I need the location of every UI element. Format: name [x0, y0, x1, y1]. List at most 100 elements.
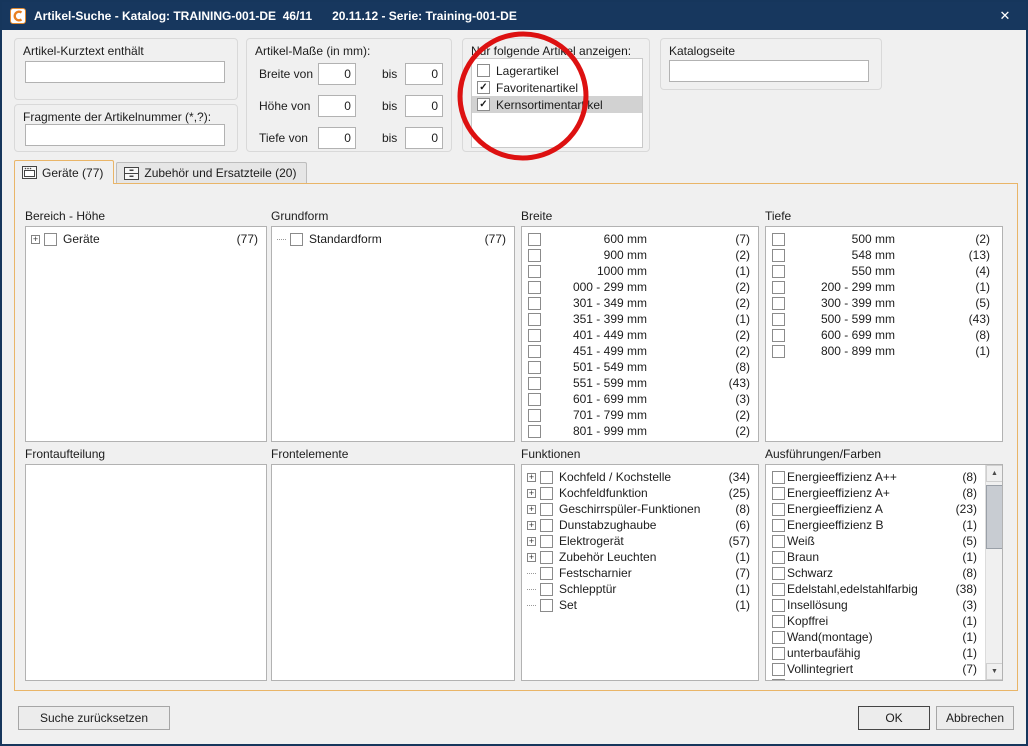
- checkbox[interactable]: [772, 233, 785, 246]
- masse-to-input[interactable]: [405, 127, 443, 149]
- filter-option[interactable]: 451 - 499 mm (2): [522, 343, 758, 359]
- filter-option[interactable]: 401 - 449 mm (2): [522, 327, 758, 343]
- artikel-typ-option[interactable]: Lagerartikel: [472, 62, 642, 79]
- checkbox[interactable]: [772, 615, 785, 628]
- checkbox[interactable]: [528, 249, 541, 262]
- filter-option[interactable]: 550 mm (4): [766, 263, 1002, 279]
- expander-icon[interactable]: +: [527, 553, 536, 562]
- checkbox[interactable]: [528, 409, 541, 422]
- filter-option[interactable]: Energieeffizienz B (1): [766, 517, 985, 533]
- filter-option[interactable]: 600 mm (7): [522, 231, 758, 247]
- checkbox[interactable]: [44, 233, 57, 246]
- checkbox[interactable]: [772, 631, 785, 644]
- tree-item[interactable]: + Zubehör Leuchten (1): [522, 549, 758, 565]
- checkbox[interactable]: [477, 64, 490, 77]
- tree-item[interactable]: Festscharnier (7): [522, 565, 758, 581]
- checkbox[interactable]: [540, 535, 553, 548]
- checkbox[interactable]: [772, 647, 785, 660]
- checkbox[interactable]: [540, 519, 553, 532]
- tree-item[interactable]: + Elektrogerät (57): [522, 533, 758, 549]
- tab-zubehoer[interactable]: Zubehör und Ersatzteile (20): [116, 162, 307, 183]
- scroll-thumb[interactable]: [986, 485, 1003, 549]
- abbrechen-button[interactable]: Abbrechen: [936, 706, 1014, 730]
- checkbox[interactable]: [772, 519, 785, 532]
- filter-option[interactable]: 601 - 699 mm (3): [522, 391, 758, 407]
- filter-option[interactable]: Braun (1): [766, 549, 985, 565]
- checkbox[interactable]: [528, 233, 541, 246]
- checkbox[interactable]: [540, 551, 553, 564]
- tree-item[interactable]: + Kochfeldfunktion (25): [522, 485, 758, 501]
- checkbox[interactable]: [528, 297, 541, 310]
- checkbox[interactable]: [772, 297, 785, 310]
- filter-option[interactable]: 800 - 899 mm (1): [766, 343, 1002, 359]
- checkbox[interactable]: [772, 679, 785, 682]
- expander-icon[interactable]: +: [527, 505, 536, 514]
- filter-option[interactable]: Wand(montage) (1): [766, 629, 985, 645]
- filter-option[interactable]: 701 - 799 mm (2): [522, 407, 758, 423]
- checkbox[interactable]: [528, 393, 541, 406]
- filter-option[interactable]: Energieeffizienz A++ (8): [766, 469, 985, 485]
- tree-item[interactable]: + Kochfeld / Kochstelle (34): [522, 469, 758, 485]
- expander-icon[interactable]: +: [31, 235, 40, 244]
- checkbox[interactable]: [528, 329, 541, 342]
- checkbox[interactable]: [772, 329, 785, 342]
- checkbox[interactable]: [772, 265, 785, 278]
- filter-option[interactable]: 551 - 599 mm (43): [522, 375, 758, 391]
- checkbox[interactable]: [540, 503, 553, 516]
- checkbox[interactable]: ✓: [477, 81, 490, 94]
- filter-option[interactable]: Weiß (5): [766, 533, 985, 549]
- close-button[interactable]: ✕: [990, 5, 1020, 27]
- katalogseite-input[interactable]: [669, 60, 869, 82]
- checkbox[interactable]: [772, 487, 785, 500]
- scroll-up-button[interactable]: ▲: [986, 465, 1003, 482]
- masse-from-input[interactable]: [318, 95, 356, 117]
- checkbox[interactable]: [528, 313, 541, 326]
- vertical-scrollbar[interactable]: ▲ ▼: [985, 465, 1002, 680]
- filter-option[interactable]: 600 - 699 mm (8): [766, 327, 1002, 343]
- masse-from-input[interactable]: [318, 127, 356, 149]
- checkbox[interactable]: [528, 345, 541, 358]
- checkbox[interactable]: [540, 567, 553, 580]
- checkbox[interactable]: [528, 265, 541, 278]
- checkbox[interactable]: [540, 599, 553, 612]
- tree-item[interactable]: + Geschirrspüler-Funktionen (8): [522, 501, 758, 517]
- checkbox[interactable]: [772, 345, 785, 358]
- filter-option[interactable]: Vollintegriert (7): [766, 661, 985, 677]
- filter-option[interactable]: 801 - 999 mm (2): [522, 423, 758, 439]
- expander-icon[interactable]: [527, 605, 536, 606]
- checkbox[interactable]: [772, 551, 785, 564]
- ok-button[interactable]: OK: [858, 706, 930, 730]
- checkbox[interactable]: [772, 583, 785, 596]
- artikelnummer-input[interactable]: [25, 124, 225, 146]
- masse-to-input[interactable]: [405, 95, 443, 117]
- filter-option[interactable]: Schwarz (8): [766, 565, 985, 581]
- kurztext-input[interactable]: [25, 61, 225, 83]
- checkbox[interactable]: [772, 471, 785, 484]
- filter-option[interactable]: 300 - 399 mm (5): [766, 295, 1002, 311]
- filter-option[interactable]: 351 - 399 mm (1): [522, 311, 758, 327]
- filter-option[interactable]: unterbaufähig (1): [766, 645, 985, 661]
- filter-option[interactable]: 1000 mm (1): [522, 263, 758, 279]
- tree-item[interactable]: + Dunstabzughaube (6): [522, 517, 758, 533]
- tree-item[interactable]: Standardform (77): [272, 231, 514, 247]
- checkbox[interactable]: [290, 233, 303, 246]
- artikel-typ-option[interactable]: ✓ Favoritenartikel: [472, 79, 642, 96]
- checkbox[interactable]: [772, 503, 785, 516]
- checkbox[interactable]: ✓: [477, 98, 490, 111]
- expander-icon[interactable]: +: [527, 537, 536, 546]
- filter-option[interactable]: Insellösung (3): [766, 597, 985, 613]
- checkbox[interactable]: [772, 567, 785, 580]
- checkbox[interactable]: [540, 471, 553, 484]
- filter-option[interactable]: Kopffrei (1): [766, 613, 985, 629]
- filter-option[interactable]: Edelstahl,edelstahlfarbig (38): [766, 581, 985, 597]
- checkbox[interactable]: [772, 535, 785, 548]
- tree-item[interactable]: Set (1): [522, 597, 758, 613]
- filter-option[interactable]: 900 mm (2): [522, 247, 758, 263]
- expander-icon[interactable]: [277, 239, 286, 240]
- masse-from-input[interactable]: [318, 63, 356, 85]
- filter-option[interactable]: 501 - 549 mm (8): [522, 359, 758, 375]
- checkbox[interactable]: [772, 663, 785, 676]
- filter-option[interactable]: 548 mm (13): [766, 247, 1002, 263]
- filter-option[interactable]: 301 - 349 mm (2): [522, 295, 758, 311]
- filter-option[interactable]: Energieeffizienz A (23): [766, 501, 985, 517]
